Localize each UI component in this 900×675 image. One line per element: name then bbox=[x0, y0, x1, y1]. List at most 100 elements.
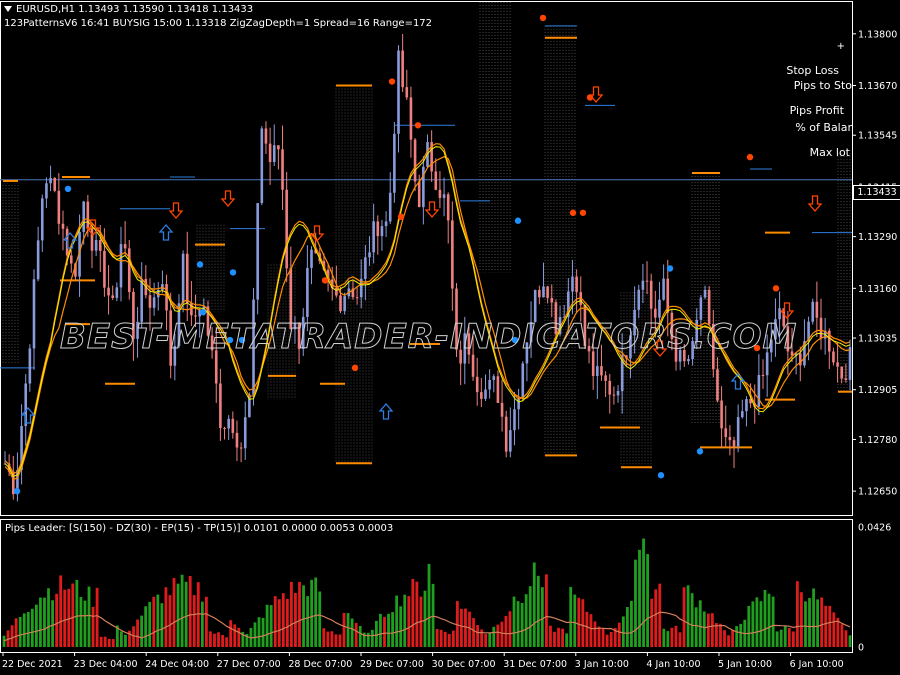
histogram-bar bbox=[625, 607, 629, 647]
histogram-bar bbox=[237, 627, 241, 647]
candle-body bbox=[417, 181, 421, 208]
histogram-bar bbox=[642, 538, 645, 647]
dropdown-triangle-icon[interactable] bbox=[4, 6, 12, 12]
histogram-bar bbox=[662, 628, 666, 647]
candle-body bbox=[115, 287, 119, 298]
histogram-bar bbox=[184, 581, 188, 647]
histogram-bar bbox=[609, 631, 613, 647]
candle-body bbox=[376, 221, 380, 237]
y-tick-label: 1.13290 bbox=[858, 232, 897, 243]
candle-body bbox=[446, 194, 450, 221]
histogram-bar bbox=[168, 595, 172, 647]
sell-arrow-icon bbox=[807, 195, 823, 212]
candle-body bbox=[103, 250, 106, 288]
histogram-bar bbox=[172, 578, 176, 647]
candle-body bbox=[181, 253, 185, 304]
candle-body bbox=[260, 128, 264, 204]
histogram-bar bbox=[370, 629, 374, 647]
candle-body bbox=[310, 249, 313, 268]
pct-balance-label: % of Balar bbox=[795, 121, 852, 134]
histogram-bar bbox=[605, 634, 609, 647]
candle-body bbox=[575, 276, 578, 293]
candle-body bbox=[384, 221, 388, 227]
histogram-bar bbox=[585, 611, 589, 647]
histogram-bar bbox=[383, 616, 386, 647]
histogram-bar bbox=[350, 618, 354, 647]
histogram-bar bbox=[200, 601, 204, 647]
histogram-bar bbox=[476, 625, 479, 647]
candle-body bbox=[152, 297, 156, 308]
histogram-bar bbox=[549, 625, 552, 647]
ma-line-inner bbox=[4, 146, 851, 478]
candle-body bbox=[596, 366, 599, 376]
histogram-bar bbox=[686, 585, 690, 647]
histogram-bar bbox=[565, 633, 569, 647]
candle-body bbox=[227, 418, 230, 429]
y-tick-label: 1.12905 bbox=[858, 385, 897, 396]
histogram-bar bbox=[488, 632, 492, 647]
candle-body bbox=[492, 376, 496, 380]
histogram-bar bbox=[666, 631, 670, 647]
candle-body bbox=[484, 389, 487, 399]
candle-body bbox=[745, 399, 748, 412]
candle-body bbox=[127, 248, 131, 292]
histogram-bar bbox=[314, 577, 318, 647]
histogram-bar bbox=[759, 601, 763, 647]
y-tick-label: 1.13160 bbox=[858, 284, 897, 295]
histogram-bar bbox=[719, 623, 722, 647]
histogram-bar bbox=[468, 611, 471, 647]
max-lot-label: Max lot bbox=[809, 146, 850, 159]
price-chart[interactable]: BEST-METATRADER-INDICATORS.COM 1.13800 1.1… bbox=[0, 0, 900, 675]
histogram-bar bbox=[783, 626, 787, 647]
histogram-bar bbox=[346, 613, 350, 647]
histogram-bar bbox=[391, 612, 394, 647]
swing-low-dot bbox=[64, 185, 72, 193]
histogram-bar bbox=[326, 631, 330, 647]
candle-body bbox=[281, 149, 284, 190]
histogram-bar bbox=[840, 624, 844, 647]
plus-icon[interactable]: + bbox=[837, 41, 845, 52]
histogram-bar bbox=[694, 607, 698, 647]
candle-body bbox=[741, 411, 744, 418]
histogram-bar bbox=[132, 626, 135, 647]
histogram-bar bbox=[22, 613, 26, 647]
histogram-bar bbox=[617, 622, 621, 647]
y-tick-label: 1.13670 bbox=[858, 81, 897, 92]
histogram-bar bbox=[39, 597, 42, 647]
buy-arrow-icon bbox=[158, 224, 174, 241]
candle-body bbox=[268, 143, 272, 162]
candle-body bbox=[32, 279, 36, 349]
candle-body bbox=[53, 177, 57, 191]
histogram-bar bbox=[318, 591, 322, 647]
histogram-bar bbox=[698, 600, 702, 647]
histogram-bar bbox=[253, 622, 257, 647]
candle-body bbox=[612, 394, 616, 396]
candle-body bbox=[757, 374, 761, 407]
histogram-bar bbox=[63, 589, 67, 647]
histogram-bar bbox=[589, 614, 593, 647]
candle-body bbox=[86, 201, 90, 229]
candle-body bbox=[728, 437, 732, 441]
histogram-bar bbox=[812, 588, 815, 647]
swing-high-dot bbox=[414, 122, 422, 129]
candle-body bbox=[451, 220, 454, 289]
swing-high-dot bbox=[321, 277, 329, 284]
histogram-bar bbox=[338, 634, 342, 647]
histogram-bar bbox=[257, 617, 261, 647]
histogram-bar bbox=[800, 592, 803, 647]
histogram-bar bbox=[144, 606, 148, 647]
histogram-bar bbox=[524, 594, 528, 647]
histogram-bar bbox=[557, 627, 560, 647]
histogram-bar bbox=[354, 622, 358, 647]
histogram-bar bbox=[638, 549, 641, 647]
histogram-bar bbox=[731, 629, 735, 647]
histogram-bar bbox=[646, 554, 650, 647]
histogram-bar bbox=[160, 603, 164, 647]
candle-body bbox=[811, 301, 815, 322]
candle-body bbox=[471, 354, 475, 377]
candle-body bbox=[517, 398, 520, 410]
histogram-bar bbox=[51, 600, 54, 647]
histogram-bar bbox=[621, 616, 625, 647]
histogram-bar bbox=[573, 594, 577, 647]
swing-high-dot bbox=[579, 209, 587, 216]
